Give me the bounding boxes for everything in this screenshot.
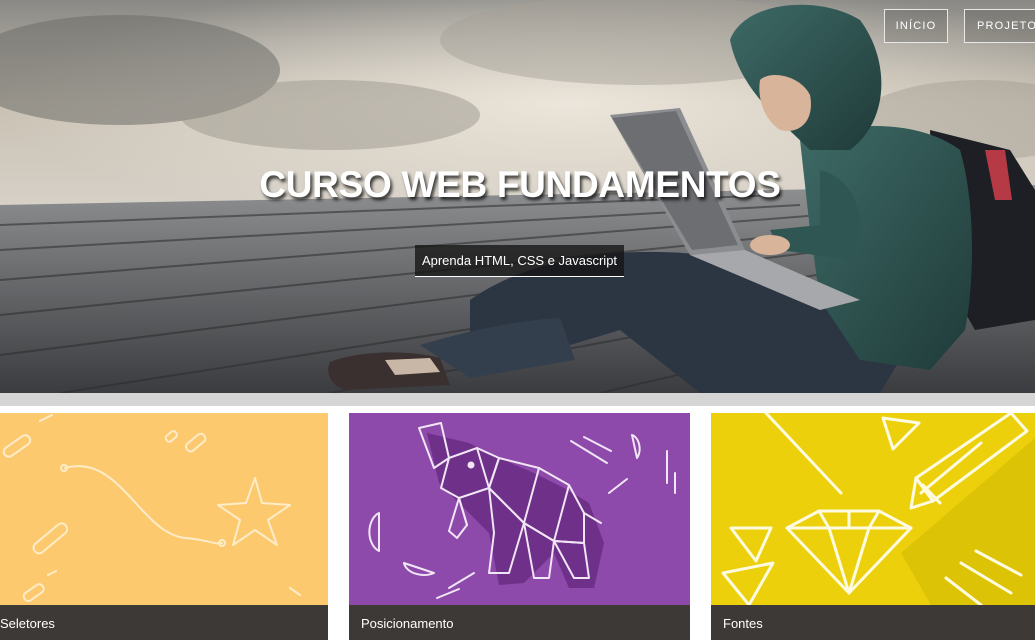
section-divider (0, 393, 1035, 406)
origami-elephant-illustration (368, 422, 676, 599)
diamond-pencil-illustration (721, 413, 1035, 605)
hero-subtitle: Aprenda HTML, CSS e Javascript (415, 245, 624, 277)
hero-title: CURSO WEB FUNDAMENTOS (259, 164, 781, 205)
nav-projetos-button[interactable]: PROJETOS (964, 9, 1035, 43)
hero-banner: INÍCIO PROJETOS CURSO WEB FUNDAMENTOS Ap… (0, 0, 1035, 393)
course-card-seletores[interactable]: Seletores (0, 413, 328, 640)
top-navigation: INÍCIO PROJETOS (884, 9, 1035, 43)
course-card-fontes[interactable]: Fontes (711, 413, 1035, 640)
nav-inicio-button[interactable]: INÍCIO (884, 9, 948, 43)
card-caption: Posicionamento (349, 605, 690, 640)
card-caption: Seletores (0, 605, 328, 640)
star-path-illustration (2, 414, 301, 603)
course-card-posicionamento[interactable]: Posicionamento (349, 413, 690, 640)
card-caption: Fontes (711, 605, 1035, 640)
